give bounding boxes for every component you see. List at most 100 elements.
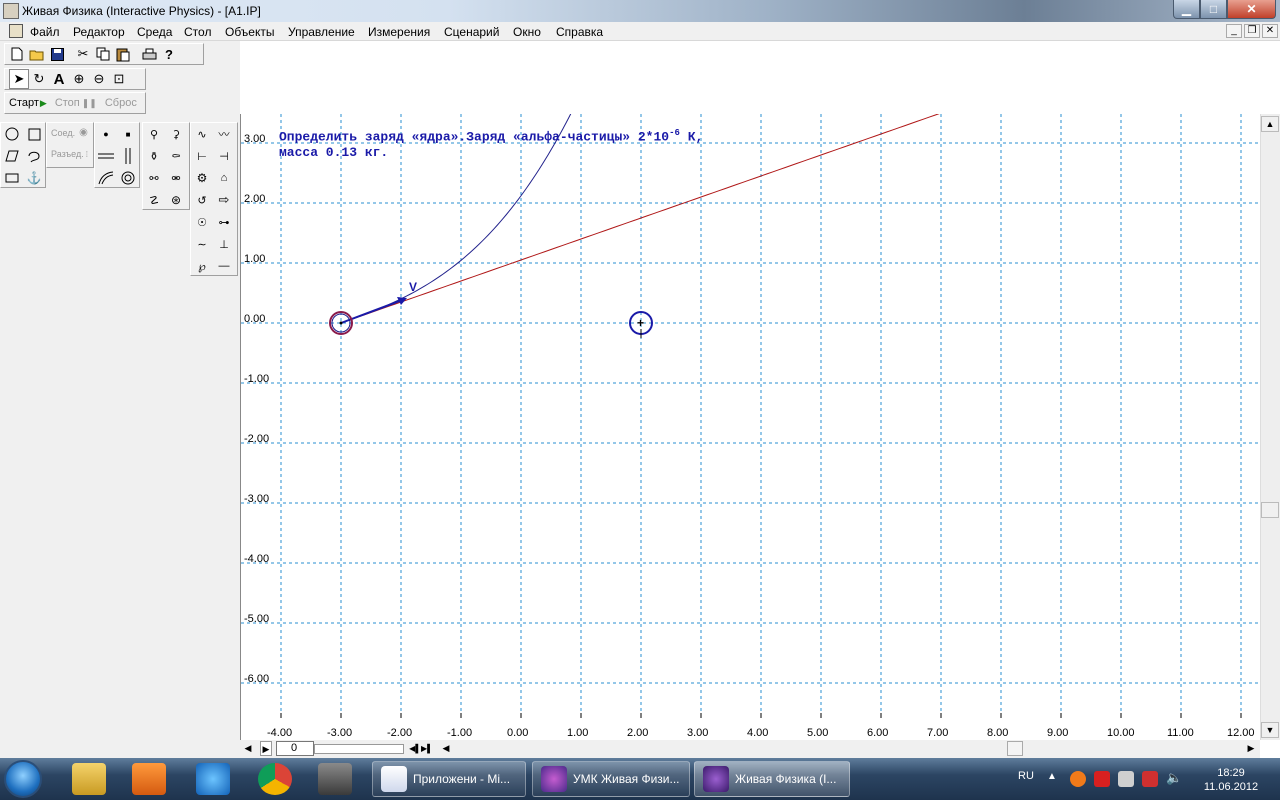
cut-icon[interactable]: ✂ [73, 44, 93, 64]
curved-slot-icon[interactable] [95, 167, 117, 189]
stop-button[interactable]: Стоп ❚❚ [55, 97, 97, 109]
curved-body-tool-icon[interactable] [23, 145, 45, 167]
rope-icon[interactable]: ℘ [191, 255, 213, 277]
reset-button[interactable]: Сброс [105, 97, 137, 109]
slot-joint-icon[interactable]: ⚯ [143, 167, 165, 189]
menu-define[interactable]: Управление [288, 25, 355, 39]
simulation-canvas[interactable]: 3.00 2.00 1.00 0.00 -1.00 -2.00 -3.00 -4.00 -5.0… [240, 114, 1260, 713]
print-icon[interactable] [139, 44, 159, 64]
chrome-icon[interactable] [258, 763, 292, 795]
horizontal-slot-icon[interactable] [95, 145, 117, 167]
scroll-right-icon[interactable]: ▶ [1244, 741, 1258, 756]
rotate-icon[interactable]: ↻ [29, 69, 49, 89]
rod-icon[interactable]: ∼ [191, 233, 213, 255]
point-element-icon[interactable]: ● [95, 123, 117, 145]
taskbar-button-word[interactable]: Приложени - Mi... [372, 761, 526, 797]
copy-icon[interactable] [93, 44, 113, 64]
app-quicklaunch-icon[interactable] [318, 763, 352, 795]
menu-objects[interactable]: Объекты [225, 25, 275, 39]
pulley-icon[interactable]: ⌂ [213, 167, 235, 189]
damper-icon[interactable]: ⊢ [191, 145, 213, 167]
minimize-button[interactable]: ▁ [1173, 0, 1200, 19]
actuator-icon[interactable]: ⊶ [213, 211, 235, 233]
menu-edit[interactable]: Редактор [73, 25, 125, 39]
split-button[interactable]: Разъед. ⁞ [51, 149, 88, 159]
damper-joint-icon[interactable]: ⚰ [165, 145, 187, 167]
join-button[interactable]: Соед. ◉ [51, 127, 88, 138]
keyed-joint-icon[interactable]: ⚮ [165, 167, 187, 189]
document-icon[interactable] [9, 24, 23, 38]
horizontal-scroll-thumb[interactable] [1007, 741, 1023, 756]
mdi-close-button[interactable]: ✕ [1262, 24, 1278, 38]
step-back-icon[interactable]: ◀ [242, 741, 254, 756]
line-icon[interactable]: — [213, 255, 235, 277]
taskbar-button-umk[interactable]: УМК Живая Физи... [532, 761, 690, 797]
file-explorer-icon[interactable] [72, 763, 106, 795]
maximize-button[interactable]: □ [1200, 0, 1227, 19]
zoom-in-icon[interactable]: ⊕ [69, 69, 89, 89]
separator-icon[interactable]: ⊥ [213, 233, 235, 255]
app-icon[interactable] [3, 3, 19, 19]
media-player-icon[interactable] [132, 763, 166, 795]
menu-file[interactable]: Файл [30, 25, 60, 39]
menu-measure[interactable]: Измерения [368, 25, 430, 39]
menu-script[interactable]: Сценарий [444, 25, 499, 39]
scroll-left-icon[interactable]: ◀ [440, 741, 452, 756]
menu-help[interactable]: Справка [556, 25, 603, 39]
rope-joint-icon[interactable]: ☡ [143, 189, 165, 211]
spring-joint-icon[interactable]: ⚱ [143, 145, 165, 167]
tray-security-icon[interactable] [1094, 771, 1110, 787]
square-tool-icon[interactable] [1, 167, 23, 189]
open-folder-icon[interactable] [27, 44, 47, 64]
rigid-joint-icon[interactable]: ⚳ [165, 123, 187, 145]
square-point-icon[interactable]: ■ [117, 123, 139, 145]
problem-text[interactable]: Определить заряд «ядра».Заряд «альфа-час… [279, 125, 703, 161]
frame-slider[interactable] [314, 744, 404, 754]
taskbar-button-physics[interactable]: Живая Физика (I... [694, 761, 850, 797]
volume-icon[interactable]: 🔈 [1166, 770, 1182, 786]
zoom-fit-icon[interactable]: ⊡ [109, 69, 129, 89]
vertical-scrollbar[interactable]: ▲ ▼ [1260, 114, 1280, 740]
mdi-restore-button[interactable]: ❐ [1244, 24, 1260, 38]
scroll-down-icon[interactable]: ▼ [1261, 722, 1279, 738]
motor-icon[interactable]: ↺ [191, 189, 213, 211]
show-hidden-icons-icon[interactable]: ▲ [1047, 771, 1057, 782]
gear-joint-icon[interactable]: ⊛ [165, 189, 187, 211]
torque-icon[interactable]: ☉ [191, 211, 213, 233]
circle-tool-icon[interactable] [1, 123, 23, 145]
language-indicator[interactable]: RU [1018, 770, 1034, 782]
arrow-pointer-icon[interactable]: ➤ [9, 69, 29, 89]
spring-icon[interactable]: ∿ [191, 123, 213, 145]
tray-network-icon[interactable] [1142, 771, 1158, 787]
menu-world[interactable]: Среда [137, 25, 172, 39]
scroll-thumb[interactable] [1261, 502, 1279, 518]
vertical-slot-icon[interactable] [117, 145, 139, 167]
start-button[interactable]: Старт ▶ [9, 97, 47, 109]
piston-icon[interactable]: ⊣ [213, 145, 235, 167]
text-tool-icon[interactable]: A [49, 69, 69, 89]
pin-joint-icon[interactable]: ⚲ [143, 123, 165, 145]
paste-icon[interactable] [113, 44, 133, 64]
wave-spring-icon[interactable]: 〰 [213, 123, 235, 145]
menu-view[interactable]: Стол [184, 25, 211, 39]
rectangle-tool-icon[interactable] [23, 123, 45, 145]
frame-counter-field[interactable]: 0 [276, 741, 314, 756]
menu-window[interactable]: Окно [513, 25, 541, 39]
mdi-minimize-button[interactable]: _ [1226, 24, 1242, 38]
gear-icon[interactable]: ⚙ [191, 167, 213, 189]
start-button[interactable] [4, 760, 42, 798]
tray-app-icon[interactable] [1070, 771, 1086, 787]
internet-explorer-icon[interactable] [196, 763, 230, 795]
close-button[interactable]: ✕ [1227, 0, 1276, 19]
force-arrow-icon[interactable]: ⇨ [213, 189, 235, 211]
help-icon[interactable]: ? [159, 44, 179, 64]
tray-device-icon[interactable] [1118, 771, 1134, 787]
step-forward-icon[interactable]: ▶ [260, 741, 272, 756]
frame-end-icon[interactable]: ◀▌▶▌ [406, 741, 436, 756]
clock[interactable]: 18:29 11.06.2012 [1199, 766, 1263, 794]
save-icon[interactable] [47, 44, 67, 64]
keyed-slot-icon[interactable] [117, 167, 139, 189]
anchor-icon[interactable]: ⚓ [23, 167, 45, 189]
scroll-up-icon[interactable]: ▲ [1261, 116, 1279, 132]
new-file-icon[interactable] [7, 44, 27, 64]
